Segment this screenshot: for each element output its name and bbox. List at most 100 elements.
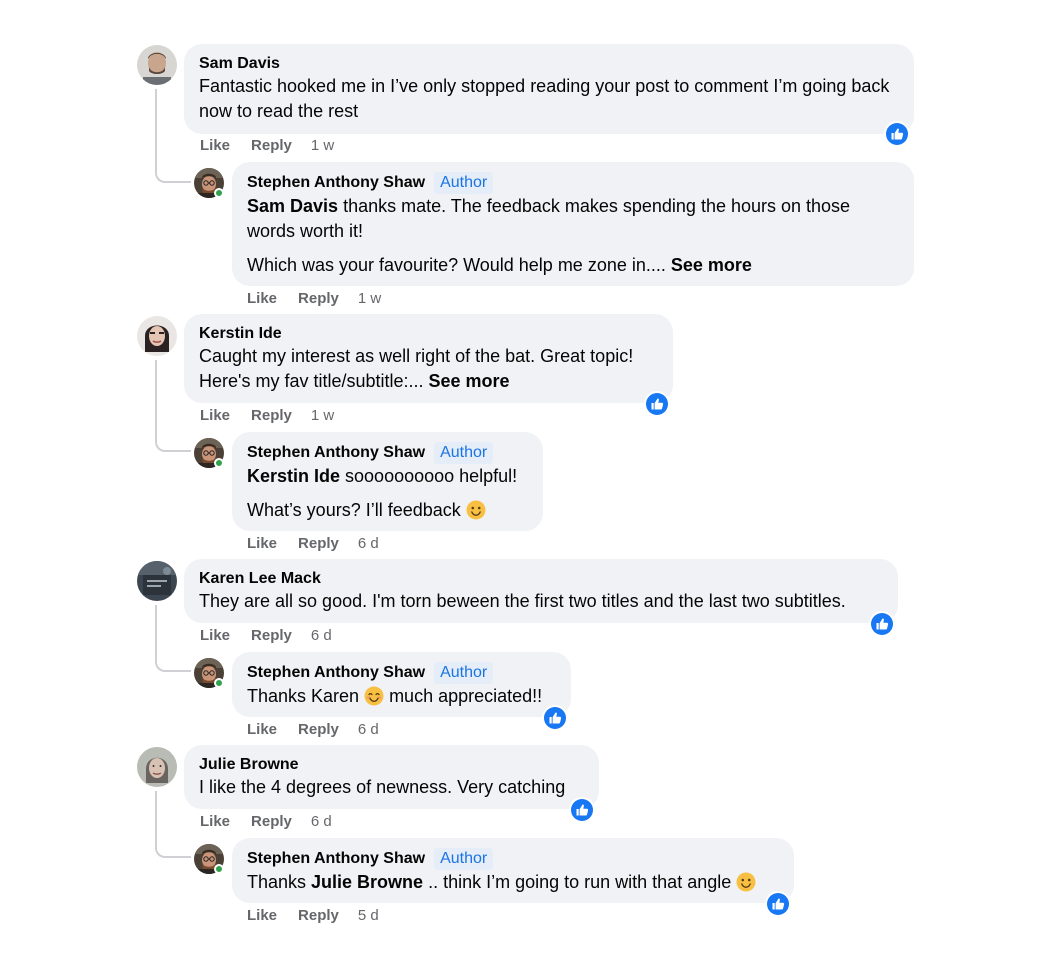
reply-author-name[interactable]: Stephen Anthony Shaw bbox=[247, 174, 425, 192]
comments-thread: Sam Davis Fantastic hooked me in I’ve on… bbox=[0, 0, 1058, 961]
reply-timestamp[interactable]: 5 d bbox=[358, 907, 379, 924]
avatar-karen-lee-mack[interactable] bbox=[137, 561, 177, 601]
thumbs-up-icon bbox=[571, 799, 593, 821]
reply-text-body: thanks mate. The feedback makes spending… bbox=[247, 196, 851, 241]
thread-line bbox=[155, 89, 157, 169]
comment-timestamp[interactable]: 6 d bbox=[311, 813, 332, 830]
comment-actions: Like Reply 6 d bbox=[200, 627, 332, 644]
reply-text-body-2: What’s yours? I’ll feedback bbox=[247, 500, 466, 520]
reply-timestamp[interactable]: 6 d bbox=[358, 535, 379, 552]
see-more-link[interactable]: See more bbox=[429, 371, 510, 391]
reply-text-body-2: Which was your favourite? Would help me … bbox=[247, 255, 671, 275]
reply-author-name[interactable]: Stephen Anthony Shaw bbox=[247, 444, 425, 462]
avatar-julie-browne[interactable] bbox=[137, 747, 177, 787]
comment-timestamp[interactable]: 1 w bbox=[311, 137, 334, 154]
comment-text: Fantastic hooked me in I’ve only stopped… bbox=[199, 76, 890, 121]
comment-actions: Like Reply 6 d bbox=[200, 813, 332, 830]
slightly-smiling-face-emoji bbox=[736, 872, 756, 892]
thumbs-up-icon bbox=[544, 707, 566, 729]
like-reaction-badge[interactable] bbox=[765, 891, 791, 917]
comment-text-body: Here's my fav title/subtitle:... bbox=[199, 371, 429, 391]
sam-davis-photo bbox=[137, 45, 177, 85]
smiling-face-with-smiling-eyes-emoji bbox=[364, 686, 384, 706]
author-badge: Author bbox=[434, 848, 494, 870]
reply-author-name[interactable]: Stephen Anthony Shaw bbox=[247, 664, 425, 682]
online-status-dot bbox=[214, 458, 224, 468]
reply-text: Sam Davis thanks mate. The feedback make… bbox=[247, 194, 900, 244]
reply-button[interactable]: Reply bbox=[251, 407, 292, 424]
author-badge: Author bbox=[434, 442, 494, 464]
reply-button[interactable]: Reply bbox=[251, 627, 292, 644]
reply-bubble: Stephen Anthony Shaw Author Sam Davis th… bbox=[232, 162, 914, 286]
comment-actions: Like Reply 1 w bbox=[200, 407, 334, 424]
reply-button[interactable]: Reply bbox=[298, 535, 339, 552]
like-button[interactable]: Like bbox=[247, 721, 277, 738]
comment-author-name[interactable]: Karen Lee Mack bbox=[199, 570, 321, 588]
comment-timestamp[interactable]: 1 w bbox=[311, 407, 334, 424]
like-button[interactable]: Like bbox=[200, 407, 230, 424]
reply-bubble: Stephen Anthony Shaw Author Kerstin Ide … bbox=[232, 432, 543, 531]
like-button[interactable]: Like bbox=[247, 535, 277, 552]
thread-line bbox=[155, 360, 157, 438]
thumbs-up-icon bbox=[886, 123, 908, 145]
comment-author-name[interactable]: Kerstin Ide bbox=[199, 325, 282, 343]
reply-button[interactable]: Reply bbox=[251, 813, 292, 830]
thread-connector bbox=[155, 165, 191, 183]
comment-bubble-julie-browne: Julie Browne I like the 4 degrees of new… bbox=[184, 745, 599, 809]
thumbs-up-icon bbox=[646, 393, 668, 415]
reply-author-name[interactable]: Stephen Anthony Shaw bbox=[247, 850, 425, 868]
reply-button[interactable]: Reply bbox=[298, 290, 339, 307]
comment-bubble-kerstin-ide: Kerstin Ide Caught my interest as well r… bbox=[184, 314, 673, 403]
comment-actions: Like Reply 1 w bbox=[200, 137, 334, 154]
comment-author-name[interactable]: Sam Davis bbox=[199, 55, 280, 73]
reply-actions: Like Reply 1 w bbox=[247, 290, 381, 307]
reply-button[interactable]: Reply bbox=[298, 907, 339, 924]
like-button[interactable]: Like bbox=[247, 907, 277, 924]
reply-text-body: soooooooooo helpful! bbox=[340, 466, 518, 486]
reply-text-body: Thanks Karen bbox=[247, 686, 365, 706]
avatar-kerstin-ide[interactable] bbox=[137, 316, 177, 356]
slightly-smiling-face-emoji bbox=[466, 500, 486, 520]
online-status-dot bbox=[214, 864, 224, 874]
like-reaction-badge[interactable] bbox=[542, 705, 568, 731]
author-badge: Author bbox=[434, 172, 494, 194]
like-button[interactable]: Like bbox=[200, 627, 230, 644]
reply-text-body-2: much appreciated!! bbox=[384, 686, 543, 706]
like-reaction-badge[interactable] bbox=[569, 797, 595, 823]
reply-button[interactable]: Reply bbox=[251, 137, 292, 154]
mention-link[interactable]: Kerstin Ide bbox=[247, 466, 340, 486]
comment-author-name[interactable]: Julie Browne bbox=[199, 756, 299, 774]
mention-link[interactable]: Sam Davis bbox=[247, 196, 338, 216]
like-reaction-badge[interactable] bbox=[644, 391, 670, 417]
avatar-sam-davis[interactable] bbox=[137, 45, 177, 85]
mention-link[interactable]: Julie Browne bbox=[311, 872, 423, 892]
reply-text: Thanks Karen much appreciated!! bbox=[247, 684, 557, 709]
comment-text-line-2: Here's my fav title/subtitle:... See mor… bbox=[199, 369, 659, 394]
like-reaction-badge[interactable] bbox=[869, 611, 895, 637]
like-button[interactable]: Like bbox=[200, 813, 230, 830]
kerstin-ide-photo bbox=[137, 316, 177, 356]
reply-actions: Like Reply 6 d bbox=[247, 721, 379, 738]
reply-button[interactable]: Reply bbox=[298, 721, 339, 738]
thumbs-up-icon bbox=[871, 613, 893, 635]
comment-text: I like the 4 degrees of newness. Very ca… bbox=[199, 777, 566, 797]
reply-timestamp[interactable]: 1 w bbox=[358, 290, 381, 307]
reply-text: Kerstin Ide soooooooooo helpful! bbox=[247, 464, 529, 489]
author-badge: Author bbox=[434, 662, 494, 684]
like-button[interactable]: Like bbox=[247, 290, 277, 307]
reply-text-paragraph-2: Which was your favourite? Would help me … bbox=[247, 253, 900, 278]
thread-connector bbox=[155, 654, 191, 672]
online-status-dot bbox=[214, 188, 224, 198]
reply-text-body-2: .. think I’m going to run with that angl… bbox=[423, 872, 737, 892]
thread-line bbox=[155, 791, 157, 844]
julie-browne-photo bbox=[137, 747, 177, 787]
see-more-link[interactable]: See more bbox=[671, 255, 752, 275]
reply-timestamp[interactable]: 6 d bbox=[358, 721, 379, 738]
thread-connector bbox=[155, 434, 191, 452]
thread-connector bbox=[155, 840, 191, 858]
comment-timestamp[interactable]: 6 d bbox=[311, 627, 332, 644]
like-reaction-badge[interactable] bbox=[884, 121, 910, 147]
like-button[interactable]: Like bbox=[200, 137, 230, 154]
comment-text-line-1: Caught my interest as well right of the … bbox=[199, 346, 634, 366]
comment-bubble-sam-davis: Sam Davis Fantastic hooked me in I’ve on… bbox=[184, 44, 914, 134]
